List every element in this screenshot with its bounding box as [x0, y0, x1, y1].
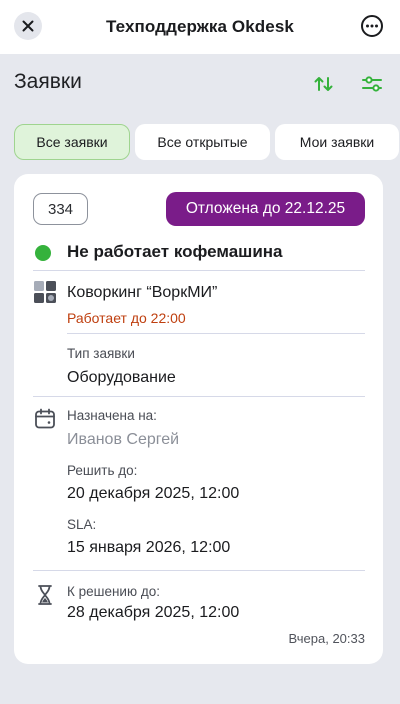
top-bar: Техподдержка Okdesk	[0, 0, 400, 54]
tab-all-tickets[interactable]: Все заявки	[14, 124, 130, 160]
divider	[33, 396, 365, 397]
filter-button[interactable]	[358, 70, 386, 98]
priority-dot	[35, 245, 51, 261]
client-name[interactable]: Коворкинг “ВоркМИ”	[67, 284, 217, 302]
due-label: Решить до:	[67, 463, 138, 478]
company-icon	[34, 281, 56, 303]
ticket-title: Не работает кофемашина	[67, 242, 283, 261]
sla-label: SLA:	[67, 517, 97, 532]
tab-my-tickets[interactable]: Мои заявки	[275, 124, 399, 160]
updated-timestamp: Вчера, 20:33	[288, 631, 365, 646]
calendar-icon	[35, 408, 55, 429]
client-hours: Работает до 22:00	[67, 310, 186, 326]
resolve-value: 28 декабря 2025, 12:00	[67, 604, 240, 621]
sort-icon	[314, 77, 333, 91]
resolve-label: К решению до:	[67, 584, 160, 599]
assigned-value[interactable]: Иванов Сергей	[67, 431, 179, 449]
ticket-card[interactable]: 334 Отложена до 22.12.25 Не работает коф…	[14, 174, 383, 664]
tab-all-open[interactable]: Все открытые	[135, 124, 270, 160]
sort-button[interactable]	[310, 70, 338, 98]
divider	[33, 570, 365, 571]
type-label: Тип заявки	[67, 346, 135, 361]
window-title: Техподдержка Okdesk	[106, 17, 294, 36]
filter-tabs: Все заявки Все открытые Мои заявки	[14, 124, 400, 160]
page-header: Заявки	[0, 54, 400, 112]
close-button[interactable]	[14, 12, 42, 40]
assigned-label: Назначена на:	[67, 408, 157, 423]
page-title: Заявки	[14, 70, 82, 93]
ticket-number: 334	[33, 193, 88, 225]
due-value: 20 декабря 2025, 12:00	[67, 485, 240, 502]
filter-icon	[362, 76, 382, 92]
status-badge: Отложена до 22.12.25	[166, 192, 365, 226]
hourglass-icon	[38, 585, 52, 605]
divider	[67, 333, 365, 334]
more-button[interactable]	[360, 14, 384, 38]
type-value: Оборудование	[67, 369, 176, 386]
divider	[33, 270, 365, 271]
sla-value: 15 января 2026, 12:00	[67, 539, 231, 556]
more-icon	[361, 15, 383, 37]
close-icon	[22, 20, 34, 32]
